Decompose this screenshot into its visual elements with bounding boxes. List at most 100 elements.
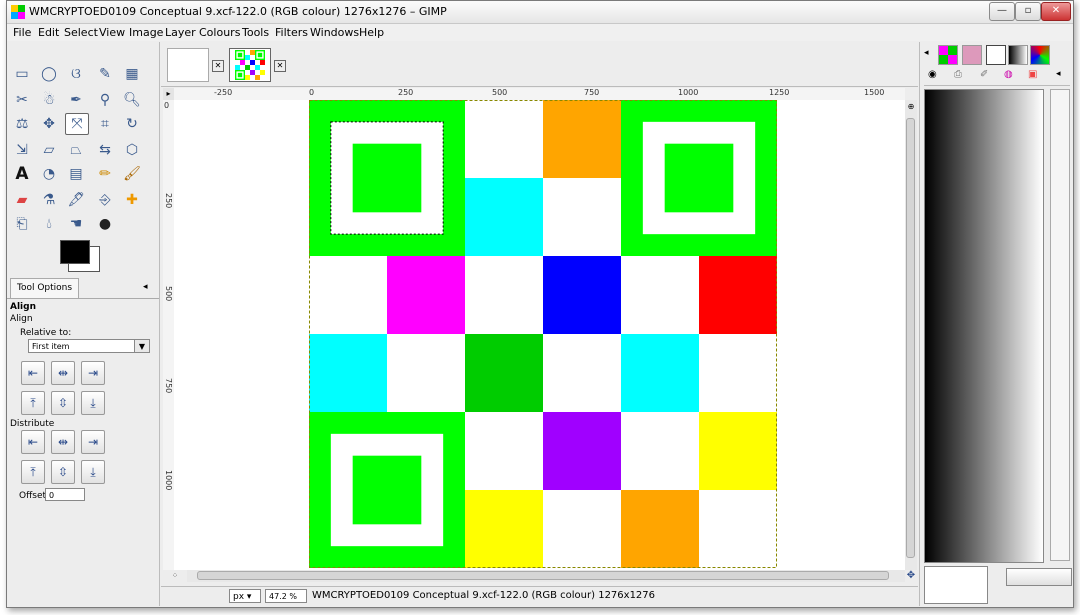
minimize-button[interactable]: — bbox=[989, 2, 1015, 21]
brush-icon[interactable]: ✐ bbox=[980, 69, 988, 80]
pattern-icon[interactable]: ◍ bbox=[1004, 69, 1013, 80]
distribute-center-horizontal-button[interactable]: ⇹ bbox=[51, 430, 75, 454]
gradient-scrollbar[interactable] bbox=[1050, 89, 1070, 561]
quick-mask-toggle[interactable]: ▸ bbox=[163, 88, 174, 100]
configure-icon[interactable]: ◂ bbox=[1056, 69, 1061, 79]
align-center-horizontal-button[interactable]: ⇹ bbox=[51, 361, 75, 385]
bucket-fill-icon[interactable]: ◔ bbox=[38, 164, 60, 184]
menu-tools[interactable]: Tools bbox=[242, 26, 269, 39]
paths-icon[interactable]: ✒ bbox=[65, 90, 87, 110]
distribute-top-button[interactable]: ⤒ bbox=[21, 460, 45, 484]
offset-spinbox[interactable]: 0 bbox=[45, 488, 85, 501]
smudge-icon[interactable]: ☚ bbox=[65, 214, 87, 234]
move-icon[interactable]: ✥ bbox=[38, 114, 60, 134]
navigation-move-icon[interactable]: ✥ bbox=[905, 570, 917, 582]
zoom-icon[interactable]: 🔍︎ bbox=[121, 90, 143, 110]
distribute-right-button[interactable]: ⇥ bbox=[81, 430, 105, 454]
menu-layer[interactable]: Layer bbox=[165, 26, 196, 39]
edit-gradient-button[interactable] bbox=[1006, 568, 1072, 586]
tab-document-history[interactable] bbox=[962, 45, 982, 65]
paintbrush-icon[interactable]: 🖌︎ bbox=[121, 164, 143, 184]
palette-icon[interactable]: ▣ bbox=[1028, 69, 1037, 80]
eraser-icon[interactable]: ▰ bbox=[11, 190, 33, 210]
unit-select[interactable]: px ▾ bbox=[229, 589, 261, 603]
cage-transform-icon[interactable]: ⬡ bbox=[121, 140, 143, 160]
menu-file[interactable]: File bbox=[13, 26, 31, 39]
perspective-icon[interactable]: ⏢ bbox=[65, 140, 87, 160]
menu-view[interactable]: View bbox=[99, 26, 125, 39]
perspective-clone-icon[interactable]: ⎗ bbox=[11, 214, 33, 234]
fuzzy-select-icon[interactable]: ✎ bbox=[94, 64, 116, 84]
tab-palettes[interactable] bbox=[1030, 45, 1050, 65]
foreground-select-icon[interactable]: ☃ bbox=[38, 90, 60, 110]
distribute-bottom-button[interactable]: ⤓ bbox=[81, 460, 105, 484]
tab-tool-options[interactable]: Tool Options bbox=[10, 278, 80, 298]
color-picker-icon[interactable]: ⚲ bbox=[94, 90, 116, 110]
maximize-button[interactable]: ▫ bbox=[1015, 2, 1041, 21]
align-icon[interactable]: ⤧ bbox=[65, 113, 89, 135]
horizontal-scrollbar[interactable] bbox=[187, 570, 905, 582]
close-tab-icon[interactable]: ✕ bbox=[212, 60, 224, 72]
horizontal-scroll-thumb[interactable] bbox=[197, 571, 889, 580]
zoom-image-icon[interactable]: ⊕ bbox=[905, 102, 917, 111]
shear-icon[interactable]: ▱ bbox=[38, 140, 60, 160]
tab-images[interactable] bbox=[938, 45, 958, 65]
clone-icon[interactable]: ⎆ bbox=[94, 190, 116, 210]
scale-icon[interactable]: ⇲ bbox=[11, 140, 33, 160]
gradient-preview[interactable] bbox=[924, 89, 1044, 563]
align-right-edge-button[interactable]: ⇥ bbox=[81, 361, 105, 385]
align-left-edge-button[interactable]: ⇤ bbox=[21, 361, 45, 385]
dock-menu-icon[interactable]: ◂ bbox=[924, 48, 929, 58]
close-button[interactable]: ✕ bbox=[1041, 2, 1071, 21]
printer-icon[interactable]: ⎙ bbox=[954, 69, 962, 80]
navigate-icon[interactable]: ⁘ bbox=[163, 570, 187, 582]
vertical-scroll-thumb[interactable] bbox=[906, 118, 915, 558]
configure-tab-icon[interactable]: ◂ bbox=[143, 282, 148, 292]
airbrush-icon[interactable]: ⚗ bbox=[38, 190, 60, 210]
rotate-icon[interactable]: ↻ bbox=[121, 114, 143, 134]
brush-preview[interactable] bbox=[924, 566, 988, 604]
tab-gradients[interactable] bbox=[1008, 45, 1028, 65]
color-cell bbox=[621, 334, 699, 412]
menu-help[interactable]: Help bbox=[359, 26, 384, 39]
crop-icon[interactable]: ⌗ bbox=[94, 114, 116, 134]
flip-icon[interactable]: ⇆ bbox=[94, 140, 116, 160]
image-canvas[interactable] bbox=[174, 100, 905, 570]
menu-windows[interactable]: Windows bbox=[310, 26, 359, 39]
scissors-select-icon[interactable]: ✂ bbox=[11, 90, 33, 110]
ellipse-select-icon[interactable]: ◯ bbox=[38, 64, 60, 84]
image-canvas-area[interactable] bbox=[174, 100, 905, 570]
align-center-vertical-button[interactable]: ⇳ bbox=[51, 391, 75, 415]
gimp-mascot-icon[interactable]: ◉ bbox=[928, 69, 937, 80]
menu-filters[interactable]: Filters bbox=[275, 26, 308, 39]
pencil-icon[interactable]: ✏ bbox=[94, 164, 116, 184]
vertical-scrollbar[interactable]: ⊕ bbox=[905, 100, 917, 570]
tab-brushes[interactable] bbox=[986, 45, 1006, 65]
text-icon[interactable]: A bbox=[11, 164, 33, 184]
measure-icon[interactable]: ⚖ bbox=[11, 114, 33, 134]
image-tab-blank[interactable] bbox=[167, 48, 209, 82]
blend-icon[interactable]: ▤ bbox=[65, 164, 87, 184]
color-swatches[interactable] bbox=[60, 240, 100, 272]
foreground-color-swatch[interactable] bbox=[60, 240, 90, 264]
blur-icon[interactable]: 💧︎ bbox=[38, 214, 60, 234]
image-tab-active[interactable] bbox=[229, 48, 271, 82]
close-tab-icon[interactable]: ✕ bbox=[274, 60, 286, 72]
align-top-edge-button[interactable]: ⤒ bbox=[21, 391, 45, 415]
rect-select-icon[interactable]: ▭ bbox=[11, 64, 33, 84]
distribute-center-vertical-button[interactable]: ⇳ bbox=[51, 460, 75, 484]
heal-icon[interactable]: ✚ bbox=[121, 190, 143, 210]
zoom-select[interactable]: 47.2 % bbox=[265, 589, 307, 603]
distribute-left-button[interactable]: ⇤ bbox=[21, 430, 45, 454]
tool-options-subheading: Align bbox=[10, 314, 33, 324]
free-select-icon[interactable]: ଓ bbox=[65, 64, 87, 84]
relative-to-select[interactable]: First item ▼ bbox=[28, 339, 150, 353]
menu-select[interactable]: Select bbox=[64, 26, 98, 39]
menu-image[interactable]: Image bbox=[129, 26, 163, 39]
dodge-burn-icon[interactable]: ● bbox=[94, 214, 116, 234]
menu-colours[interactable]: Colours bbox=[199, 26, 240, 39]
menu-edit[interactable]: Edit bbox=[38, 26, 59, 39]
align-bottom-edge-button[interactable]: ⤓ bbox=[81, 391, 105, 415]
ink-icon[interactable]: 🖋︎ bbox=[65, 190, 87, 210]
by-color-select-icon[interactable]: ▦ bbox=[121, 64, 143, 84]
